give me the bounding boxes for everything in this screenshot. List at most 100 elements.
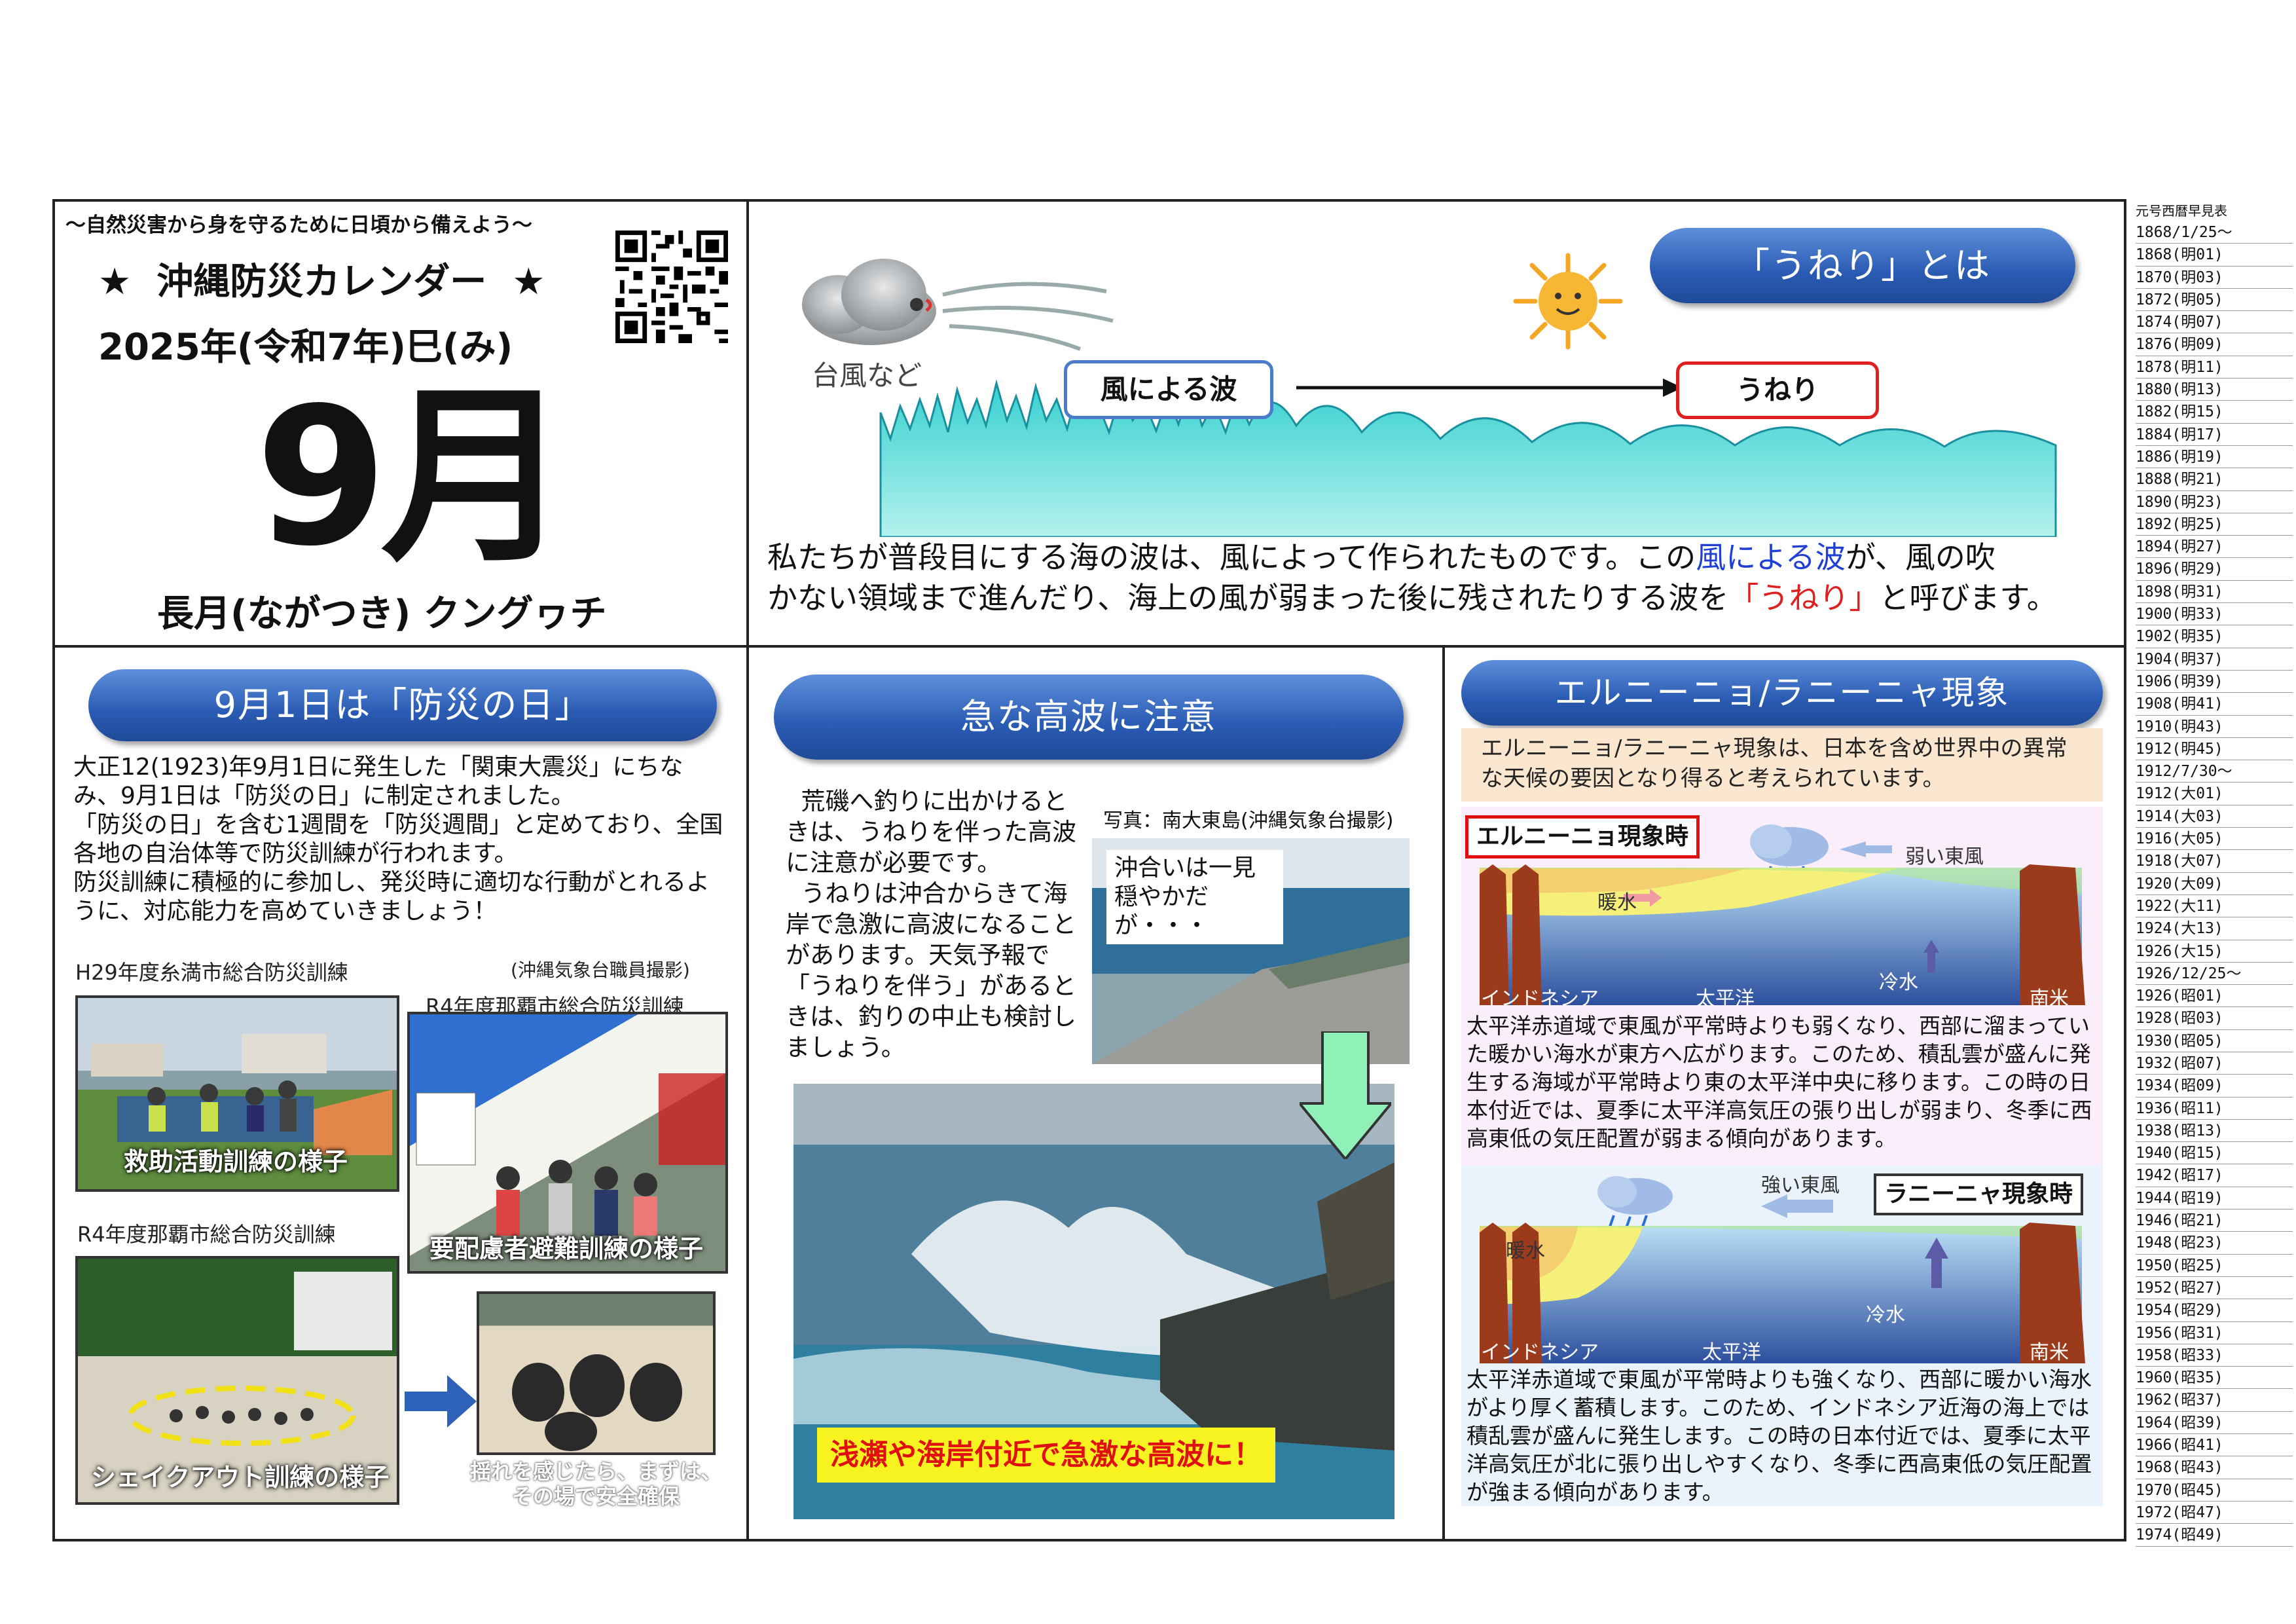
bousai-body: 大正12(1923)年9月1日に発生した「関東大震災」にちなみ、9月1日は「防災… (73, 753, 728, 926)
callout-box: 沖合いは一見穏やかだが・・・ (1106, 850, 1283, 944)
era-row: 1886(明19) (2136, 446, 2293, 469)
high-wave-warning: 浅瀬や海岸付近で急激な高波に！ (817, 1428, 1275, 1483)
sea-waves (879, 379, 2057, 537)
era-row: 1882(明15) (2136, 401, 2293, 424)
era-row: 1868/1/25〜 (2136, 221, 2293, 244)
era-row: 1972(昭47) (2136, 1502, 2293, 1524)
paragraph: 「防災の日」を含む1週間を「防災週間」と定めており、全国各地の自治体等で防災訓練… (73, 811, 723, 867)
era-row: 1912/7/30〜 (2136, 760, 2293, 783)
era-row: 1958(昭33) (2136, 1344, 2293, 1367)
down-arrow-icon (1300, 1031, 1391, 1159)
body-text: かない領域まで進んだり、海上の風が弱まった後に残されたりする波を (767, 580, 1729, 616)
era-row: 1906(明39) (2136, 671, 2293, 693)
caption-line: その場で安全確保 (511, 1484, 680, 1509)
enso-title: エルニーニョ/ラニーニャ現象 (1461, 660, 2103, 726)
wind-wave-label: 風による波 (1100, 373, 1237, 405)
rescue-training-photo: 救助活動訓練の様子 (75, 995, 399, 1192)
wind-wave-box: 風による波 (1064, 360, 1273, 419)
strong-wind-label: 強い東風 (1761, 1174, 1840, 1197)
year-label: 2025年(令和7年)巳(み) (98, 326, 513, 369)
evacuation-caption: 要配慮者避難訓練の様子 (429, 1234, 704, 1263)
era-row: 1870(明03) (2136, 267, 2293, 289)
calendar-title: ★ 沖縄防災カレンダー ★ (98, 261, 545, 303)
caption-line: 揺れを感じたら、まずは、 (469, 1459, 721, 1484)
era-row: 1896(明29) (2136, 558, 2293, 581)
month-number: 9月 (255, 367, 571, 588)
shakeout-closeup-photo (477, 1291, 716, 1455)
era-row: 1962(昭37) (2136, 1389, 2293, 1412)
body-text: と呼びます。 (1879, 580, 2057, 616)
era-row: 1938(昭13) (2136, 1120, 2293, 1143)
wave-diagram (802, 253, 2057, 537)
era-row: 1952(昭27) (2136, 1277, 2293, 1300)
enso-intro: エルニーニョ/ラニーニャ現象は、日本を含め世界中の異常な天候の要因となり得ると考… (1461, 728, 2103, 802)
body-text: が、風の吹 (1845, 540, 1995, 575)
month-name: 長月(ながつき) クングヮチ (157, 593, 607, 635)
weak-wind-label: 弱い東風 (1905, 845, 1984, 868)
takanami-body: 荒磯へ釣りに出かけるときは、うねりを伴った高波に注意が必要です。 うねりは沖合か… (786, 787, 1076, 1061)
era-row: 1912(明45) (2136, 738, 2293, 761)
swell-label: うねり (1736, 374, 1819, 406)
cold-water-label-2: 冷水 (1866, 1304, 1905, 1327)
era-row: 1954(昭29) (2136, 1299, 2293, 1322)
era-row: 1890(明23) (2136, 491, 2293, 513)
era-row: 1898(明31) (2136, 581, 2293, 604)
shakeout-caption-2: 揺れを感じたら、まずは、 その場で安全確保 (452, 1459, 740, 1509)
era-row: 1966(昭41) (2136, 1434, 2293, 1457)
uneri-body-line2: かない領域まで進んだり、海上の風が弱まった後に残されたりする波を「うねり」と呼び… (767, 578, 2057, 618)
typhoon-cloud-icon (802, 259, 1114, 351)
era-row: 1970(昭45) (2136, 1479, 2293, 1502)
divider (746, 199, 749, 1541)
era-row: 1916(大05) (2136, 828, 2293, 851)
indonesia-label-1: インドネシア (1481, 987, 1599, 1010)
h29-label: H29年度糸満市総合防災訓練 (75, 960, 348, 985)
era-row: 1946(昭21) (2136, 1209, 2293, 1232)
divider (1442, 645, 1445, 1541)
pacific-label-2: 太平洋 (1702, 1341, 1761, 1364)
shakeout-training-photo: シェイクアウト訓練の様子 (75, 1256, 399, 1505)
paragraph: 防災訓練に積極的に参加し、発災時に適切な行動がとれるように、対応能力を高めていき… (73, 869, 710, 925)
r4b-label: R4年度那覇市総合防災訓練 (77, 1222, 336, 1247)
era-row: 1894(明27) (2136, 536, 2293, 559)
cold-water-label-1: 冷水 (1879, 971, 1918, 994)
elnino-text: 太平洋赤道域で東風が平常時よりも弱くなり、西部に溜まっていた暖かい海水が東方へ広… (1467, 1013, 2092, 1151)
era-row: 1940(昭15) (2136, 1142, 2293, 1165)
body-highlight-red: 「うねり」 (1728, 580, 1880, 616)
era-row: 1902(明35) (2136, 625, 2293, 648)
warm-water-label-1: 暖水 (1597, 891, 1637, 914)
era-row: 1926(昭01) (2136, 985, 2293, 1008)
era-row: 1876(明09) (2136, 333, 2293, 356)
era-row: 1930(昭05) (2136, 1030, 2293, 1052)
era-table-title: 元号西暦早見表 (2136, 203, 2227, 219)
south-america-label-1: 南米 (2030, 987, 2069, 1010)
lanina-text: 太平洋赤道域で東風が平常時よりも強くなり、西部に暖かい海水がより厚く蓄積します。… (1467, 1367, 2092, 1505)
warm-water-label-2: 暖水 (1506, 1240, 1545, 1263)
era-table: 1868/1/25〜 1868(明01) 1870(明03) 1872(明05) 187… (2136, 221, 2293, 1547)
bousai-title: 9月1日は「防災の日」 (88, 669, 717, 741)
era-row: 1920(大09) (2136, 873, 2293, 895)
takanami-title: 急な高波に注意 (774, 674, 1404, 760)
era-row: 1942(昭17) (2136, 1164, 2293, 1187)
swell-box: うねり (1676, 361, 1879, 419)
era-row: 1884(明17) (2136, 424, 2293, 446)
era-row: 1968(昭43) (2136, 1456, 2293, 1479)
pacific-label-1: 太平洋 (1696, 987, 1755, 1010)
era-row: 1914(大03) (2136, 805, 2293, 828)
body-text: 私たちが普段目にする海の波は、風によって作られたものです。この (767, 540, 1696, 575)
era-row: 1918(大07) (2136, 850, 2293, 873)
elnino-diagram (1480, 824, 2085, 1005)
qr-code[interactable] (615, 231, 728, 343)
era-row: 1936(昭11) (2136, 1098, 2293, 1120)
era-row: 1928(昭03) (2136, 1007, 2293, 1030)
paragraph: 大正12(1923)年9月1日に発生した「関東大震災」にちなみ、9月1日は「防災… (73, 754, 683, 809)
era-row: 1908(明41) (2136, 693, 2293, 716)
era-row: 1922(大11) (2136, 895, 2293, 918)
era-row: 1960(昭35) (2136, 1367, 2293, 1390)
era-row: 1950(昭25) (2136, 1255, 2293, 1277)
era-row: 1892(明25) (2136, 513, 2293, 536)
era-row: 1956(昭31) (2136, 1322, 2293, 1344)
era-row: 1904(明37) (2136, 648, 2293, 671)
era-row: 1926(大15) (2136, 940, 2293, 963)
era-row: 1934(昭09) (2136, 1075, 2293, 1098)
era-row: 1974(昭49) (2136, 1524, 2293, 1547)
